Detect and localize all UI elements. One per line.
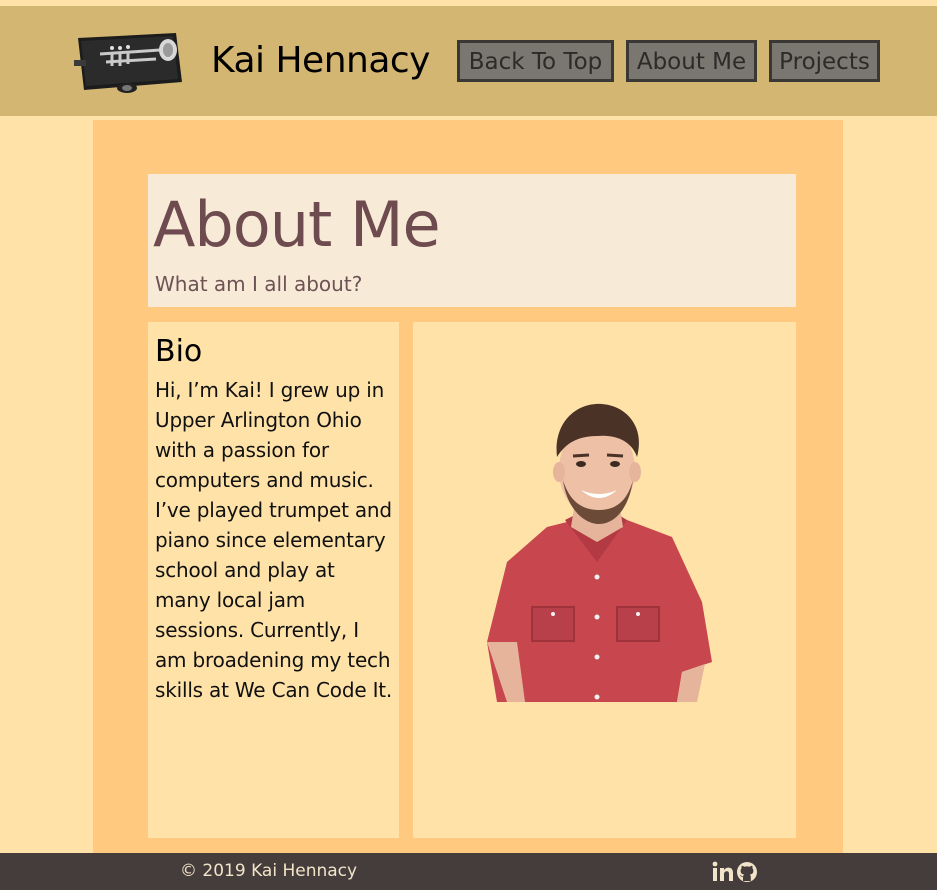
- page-title: About Me: [153, 188, 441, 261]
- photo-card: [413, 322, 796, 838]
- projects-button[interactable]: Projects: [769, 40, 880, 82]
- page-subtitle: What am I all about?: [155, 272, 363, 296]
- main-content: About Me What am I all about? Bio Hi, I’…: [93, 120, 843, 855]
- bio-card: Bio Hi, I’m Kai! I grew up in Upper Arli…: [148, 322, 399, 838]
- linkedin-icon[interactable]: [712, 861, 734, 883]
- site-footer: © 2019 Kai Hennacy: [0, 853, 937, 890]
- about-title-box: About Me What am I all about?: [148, 174, 796, 307]
- site-header: Kai Hennacy Back To Top About Me Project…: [0, 6, 937, 116]
- about-me-button[interactable]: About Me: [626, 40, 757, 82]
- page: Kai Hennacy Back To Top About Me Project…: [0, 0, 937, 890]
- github-icon[interactable]: [736, 861, 758, 883]
- trumpet-case-icon: [74, 33, 182, 93]
- bio-text: Hi, I’m Kai! I grew up in Upper Arlingto…: [155, 378, 393, 702]
- copyright-text: © 2019 Kai Hennacy: [180, 861, 358, 881]
- portrait-photo: [487, 403, 712, 702]
- back-to-top-button[interactable]: Back To Top: [457, 40, 614, 82]
- site-name: Kai Hennacy: [211, 40, 431, 81]
- bio-heading: Bio: [155, 334, 203, 369]
